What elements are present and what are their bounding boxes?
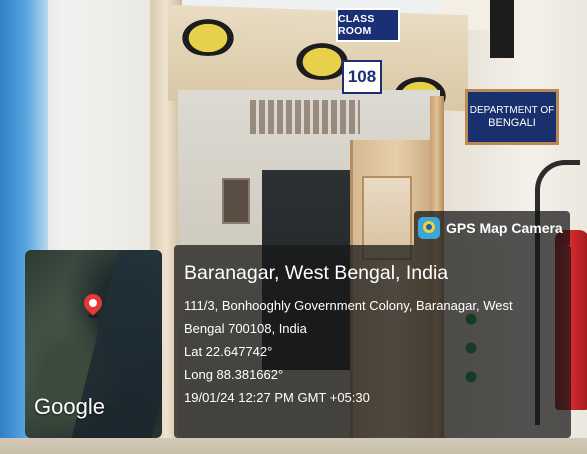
address-line-1: 111/3, Bonhooghly Government Colony, Bar… <box>184 298 513 313</box>
address-line-2: Bengal 700108, India <box>184 321 307 336</box>
department-sign-line1: DEPARTMENT OF <box>469 105 555 116</box>
timestamp: 19/01/24 12:27 PM GMT +05:30 <box>184 390 370 405</box>
floor <box>0 438 587 454</box>
department-sign-line2: BENGALI <box>488 117 536 129</box>
gps-camera-icon <box>418 217 440 239</box>
lintel-motif <box>178 16 238 56</box>
place-title: Baranagar, West Bengal, India <box>184 262 449 284</box>
wall-poster <box>222 178 250 224</box>
map-thumbnail: Google <box>25 250 162 438</box>
room-number-sign: 108 <box>342 60 382 94</box>
longitude: Long 88.381662° <box>184 367 284 382</box>
department-sign: DEPARTMENT OF BENGALI <box>465 89 559 145</box>
location-info-panel: Baranagar, West Bengal, India 111/3, Bon… <box>174 245 571 438</box>
gps-app-badge: GPS Map Camera <box>414 211 570 245</box>
wall-box <box>490 0 514 58</box>
interior-wall-writing <box>250 100 360 134</box>
gps-app-name: GPS Map Camera <box>446 220 563 236</box>
latitude: Lat 22.647742° <box>184 344 273 359</box>
class-room-sign: CLASS ROOM <box>336 8 400 42</box>
google-logo: Google <box>34 394 105 419</box>
photo-scene: CLASS ROOM 108 DEPARTMENT OF BENGALI GPS… <box>0 0 587 454</box>
